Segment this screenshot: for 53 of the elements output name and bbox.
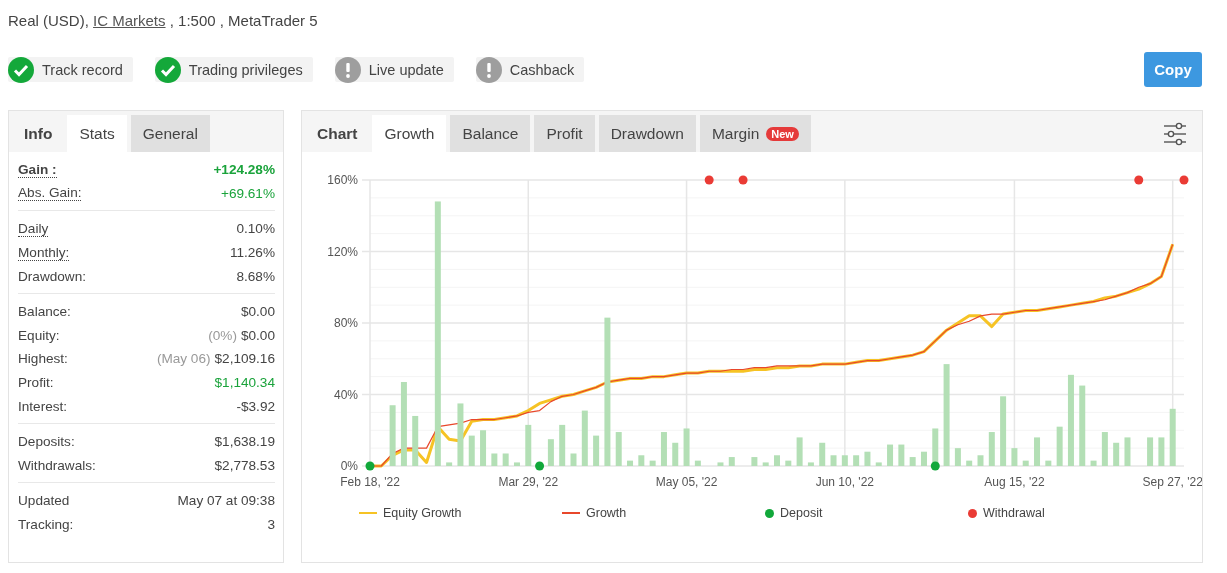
axis-label: Jun 10, '22 xyxy=(815,475,874,489)
stat-value: $1,638.19 xyxy=(214,434,275,450)
stat-value: $0.00 xyxy=(240,304,275,320)
stat-value: 8.68% xyxy=(236,268,275,284)
status-badge: Track record xyxy=(8,57,133,82)
axis-label: Feb 18, '22 xyxy=(340,475,400,489)
stat-value: $1,140.34 xyxy=(214,375,275,391)
axis-label: Mar 29, '22 xyxy=(498,475,559,489)
legend-label: Deposit xyxy=(780,506,823,520)
stat-value: $2,109.16 xyxy=(214,351,275,367)
account-summary: Real (USD), IC Markets , 1:500 , MetaTrader 5 xyxy=(8,12,319,31)
legend-label: Equity Growth xyxy=(383,506,462,520)
stat-value: -$3.92 xyxy=(236,398,275,414)
stat-value: +69.61% xyxy=(220,185,275,201)
stat-label: Equity: xyxy=(18,327,60,343)
panel-label: Info xyxy=(23,123,54,144)
axis-label: Aug 15, '22 xyxy=(984,475,1045,489)
stat-label: Daily xyxy=(18,221,49,237)
axis-label: 120% xyxy=(327,244,358,259)
stat-label: Interest: xyxy=(18,398,68,414)
new-badge: New xyxy=(766,126,799,141)
stat-label: Tracking: xyxy=(18,517,74,532)
stat-value: +124.28% xyxy=(213,162,275,178)
legend-label: Withdrawal xyxy=(983,506,1045,520)
stat-label: Deposits: xyxy=(18,434,75,450)
stat-label: Updated xyxy=(18,493,70,509)
stat-label: Profit: xyxy=(18,375,54,391)
stat-label: Drawdown: xyxy=(18,268,86,284)
axis-label: May 05, '22 xyxy=(655,475,718,489)
stat-label: Abs. Gain: xyxy=(18,185,82,202)
panel-label: Chart xyxy=(316,123,359,144)
stat-label: Highest: xyxy=(18,351,68,367)
stat-value: 3 xyxy=(267,517,275,532)
stat-label: Balance: xyxy=(18,304,71,320)
stat-note: (May 06) xyxy=(156,351,211,367)
stat-value: May 07 at 09:38 xyxy=(177,493,275,509)
stat-value: 0.10% xyxy=(236,221,275,237)
stat-label: Withdrawals: xyxy=(18,457,96,473)
stat-value: $2,778.53 xyxy=(214,457,275,473)
stat-note: (0%) xyxy=(208,327,237,343)
stat-label: Monthly: xyxy=(18,244,70,261)
stat-label: Gain : xyxy=(18,161,57,178)
status-badge: Live update xyxy=(334,57,454,82)
axis-label: Sep 27, '22 xyxy=(1142,475,1202,489)
axis-label: 40% xyxy=(333,387,358,402)
status-badge: Trading privileges xyxy=(154,57,313,82)
stat-value: 11.26% xyxy=(229,245,275,261)
stat-value: $0.00 xyxy=(240,327,275,343)
status-badge: Cashback xyxy=(475,57,585,82)
axis-label: 160% xyxy=(327,173,358,187)
axis-label: 80% xyxy=(333,316,358,330)
legend-label: Growth xyxy=(586,506,627,520)
axis-label: 0% xyxy=(340,459,358,473)
